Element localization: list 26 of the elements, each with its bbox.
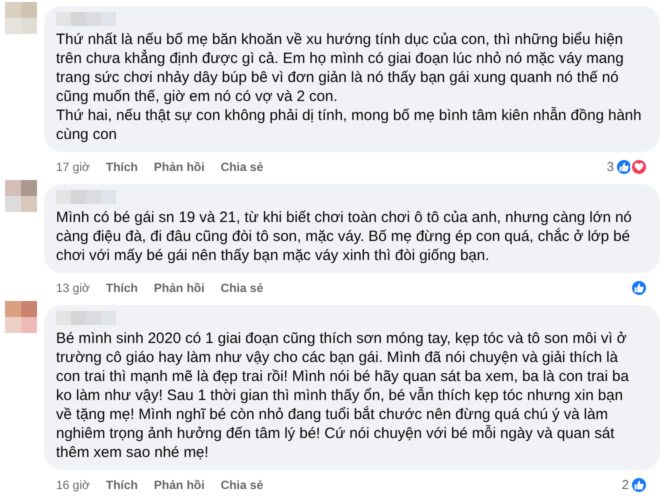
avatar-placeholder (5, 2, 37, 34)
comment-time: 17 giờ (56, 158, 90, 176)
action-link[interactable]: Phản hồi (154, 158, 205, 176)
comment-time: 13 giờ (56, 280, 90, 296)
reaction-count[interactable]: 2 (622, 474, 629, 494)
action-link[interactable]: Phản hồi (154, 476, 205, 494)
blurred-name (56, 190, 116, 204)
thumbs-up-icon (630, 278, 648, 296)
action-link[interactable]: Chia sẻ (220, 158, 264, 176)
reaction-count[interactable]: 3 (606, 156, 614, 176)
thumbs-up-icon (630, 476, 648, 494)
action-link[interactable]: Thích (106, 278, 138, 296)
action-link[interactable]: Phản hồi (154, 278, 205, 296)
comment-text: Bé mình sinh 2020 có 1 giai đoạn cũng thích sơn móng tay, kẹp tóc và tô son môi vì ở trường cô giáo hay làm như vậy cho các bạn gái. Mình đã nói chuyện và giải thích là con trai thì mạnh mẽ là đẹp trai rồi! Mình nói bé hãy quan sát ba xem, ba là con trai ba ko làm như vậy! Sau 1 thời gian thì mình thấy ổn, bé vẫn thích kẹp tóc nhưng xin bạn về tặng mẹ! Mình nghĩ bé còn nhỏ đang tuổi bắt chước nên đừng quá chú ý và làm nghiêm trọng ảnh hưởng đến tâm lý bé! Cứ nói chuyện với bé mỗi ngày và quan sát thêm xem sao nhé mẹ! (56, 329, 630, 462)
avatar-placeholder (5, 301, 37, 333)
avatar-placeholder (5, 180, 37, 212)
blurred-name (56, 311, 116, 325)
action-link[interactable]: Thích (106, 158, 138, 176)
action-link[interactable]: Chia sẻ (220, 278, 264, 296)
comment-time: 16 giờ (56, 476, 90, 494)
action-link[interactable]: Thích (106, 476, 138, 494)
comment-text: Mình có bé gái sn 19 và 21, từ khi biết chơi toàn chơi ô tô của anh, nhưng càng lớn nó càng điệu đà, đi đâu cũng đòi tô son, mặc váy. Bố mẹ đừng ép con quá, chắc ở lớp bé chơi với mấy bé gái nên thấy bạn mặc váy xinh thì đòi giống bạn. (56, 208, 633, 265)
thumbs-up-icon (615, 158, 633, 176)
action-link[interactable]: Chia sẻ (220, 476, 264, 494)
comment-text: Thứ nhất là nếu bố mẹ băn khoăn về xu hướng tính dục của con, thì những biểu hiện trên chưa khẳng định được gì cả. Em họ mình có giai đoạn lúc nhỏ nó mặc váy mang trang sức chơi nhảy dây búp bê vì đơn giản là nó thấy bạn gái xung quanh nó thế nó cũng muốn thế, giờ em nó có vợ và 2 con. Thứ hai, nếu thật sự con không phải dị tính, mong bố mẹ bình tâm kiên nhẫn đồng hành cùng con (56, 30, 642, 144)
blurred-name (56, 12, 116, 26)
